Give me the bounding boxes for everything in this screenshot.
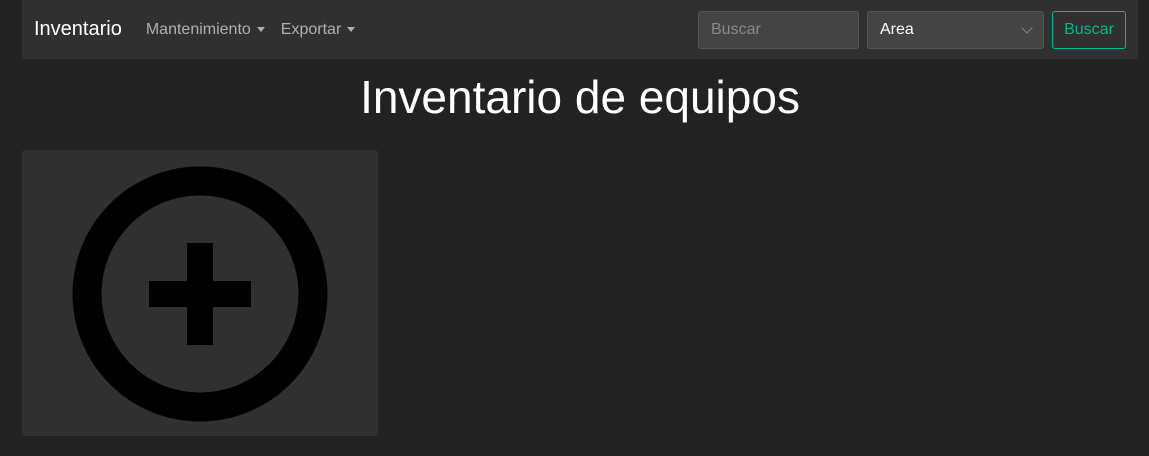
add-equipment-card[interactable] <box>22 150 378 436</box>
page-title: Inventario de equipos <box>360 71 800 123</box>
search-form: Area Buscar <box>698 10 1126 49</box>
plus-circle-icon <box>72 166 328 422</box>
menu-exportar[interactable]: Exportar <box>280 20 356 39</box>
chevron-down-icon <box>1021 21 1033 34</box>
area-select[interactable]: Area <box>867 10 1044 49</box>
brand-link[interactable]: Inventario <box>34 18 122 41</box>
top-navbar: Inventario Mantenimiento Exportar Area B… <box>22 0 1138 59</box>
caret-down-icon <box>347 27 356 32</box>
area-select-value: Area <box>880 20 914 38</box>
menu-exportar-label: Exportar <box>280 20 342 38</box>
menu-mantenimiento[interactable]: Mantenimiento <box>146 21 265 39</box>
search-input[interactable] <box>698 10 859 49</box>
menu-mantenimiento-label: Mantenimiento <box>145 20 251 38</box>
caret-down-icon <box>256 27 265 32</box>
search-button[interactable]: Buscar <box>1052 10 1126 49</box>
